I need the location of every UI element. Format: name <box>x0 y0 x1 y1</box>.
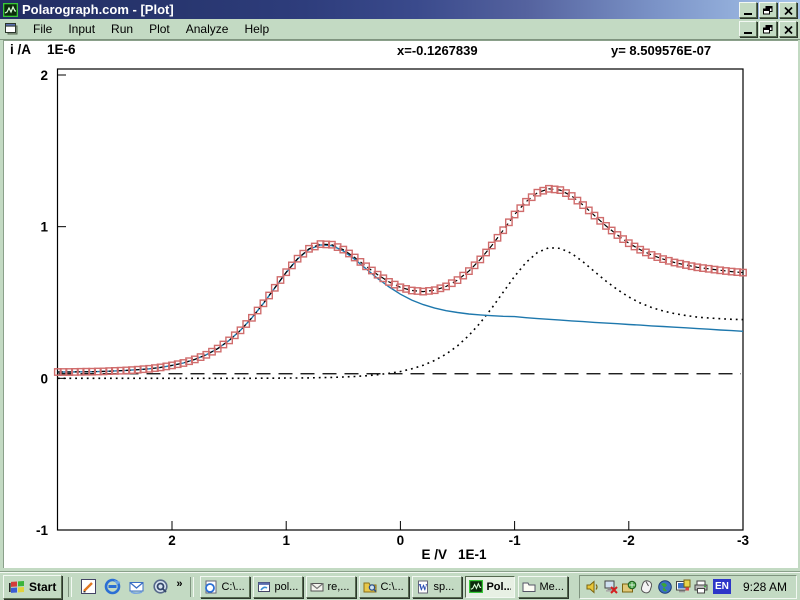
folder-icon <box>522 580 536 594</box>
folder-search-icon <box>363 580 377 594</box>
volume-icon[interactable] <box>585 579 601 595</box>
task-button-browser[interactable]: C:\... <box>200 576 250 598</box>
task-button-mail[interactable]: re,... <box>306 576 356 598</box>
task-button-word-doc[interactable]: W sp... <box>412 576 462 598</box>
cursor-x-readout: x=-0.1267839 <box>397 43 478 58</box>
minimize-button[interactable] <box>739 2 757 18</box>
ie-page-icon <box>204 580 218 594</box>
svg-text:W: W <box>419 582 428 592</box>
start-button[interactable]: Start <box>3 575 62 599</box>
mouse-icon[interactable] <box>639 579 655 595</box>
taskbar-clock: 9:28 AM <box>743 580 787 594</box>
task-button-explorer-search[interactable]: C:\... <box>359 576 409 598</box>
window-title: Polarograph.com - [Plot] <box>22 2 174 17</box>
desktop: { "window": { "title": "Polarograph.com … <box>0 0 800 600</box>
menu-item-run[interactable]: Run <box>103 20 141 38</box>
restore-button[interactable] <box>759 2 777 18</box>
close-icon <box>784 7 793 15</box>
restore-icon <box>763 25 773 34</box>
polarograph-app-icon[interactable] <box>3 3 18 17</box>
minimize-icon <box>744 13 752 15</box>
internet-explorer-icon[interactable] <box>104 578 121 595</box>
cursor-y-readout: y= 8.509576E-07 <box>611 43 711 58</box>
child-close-button[interactable] <box>779 21 797 37</box>
task-button-pol-window[interactable]: pol... <box>253 576 303 598</box>
close-icon <box>784 26 793 34</box>
taskbar-divider <box>190 577 194 597</box>
title-bar: Polarograph.com - [Plot] <box>0 0 800 19</box>
document-pen-icon[interactable] <box>80 578 97 595</box>
network-offline-icon[interactable] <box>603 579 619 595</box>
task-button-polarograph[interactable]: Pol... <box>465 576 515 598</box>
envelope-icon <box>310 580 324 594</box>
child-minimize-button[interactable] <box>739 21 757 37</box>
start-label: Start <box>29 580 56 594</box>
language-indicator[interactable]: EN <box>713 579 731 594</box>
plot-client-area[interactable] <box>3 40 798 568</box>
menu-item-analyze[interactable]: Analyze <box>178 20 237 38</box>
internet-globe-icon[interactable] <box>657 579 673 595</box>
outlook-express-icon[interactable] <box>128 578 145 595</box>
menu-item-input[interactable]: Input <box>60 20 103 38</box>
windows-logo-icon <box>9 579 26 594</box>
plot-document-icon[interactable] <box>4 22 19 36</box>
quick-launch-overflow-chevron[interactable]: » <box>176 578 182 590</box>
child-restore-button[interactable] <box>759 21 777 37</box>
taskbar-divider <box>68 577 72 597</box>
restore-icon <box>763 6 773 15</box>
word-document-icon: W <box>416 580 430 594</box>
printer-icon[interactable] <box>693 579 709 595</box>
menu-item-help[interactable]: Help <box>236 20 277 38</box>
minimize-icon <box>744 32 752 34</box>
taskbar: Start » C:\... pol... <box>0 572 800 600</box>
menu-item-plot[interactable]: Plot <box>141 20 178 38</box>
task-button-folder[interactable]: Me... <box>518 576 568 598</box>
close-button[interactable] <box>779 2 797 18</box>
app-window-icon <box>257 580 271 594</box>
polarograph-app-icon <box>469 580 483 593</box>
menu-bar: File Input Run Plot Analyze Help <box>0 19 800 40</box>
display-settings-icon[interactable] <box>675 579 691 595</box>
menu-item-file[interactable]: File <box>25 20 60 38</box>
removable-device-icon[interactable] <box>621 579 637 595</box>
system-tray: EN 9:28 AM <box>579 575 797 599</box>
quicktime-icon[interactable] <box>152 578 169 595</box>
